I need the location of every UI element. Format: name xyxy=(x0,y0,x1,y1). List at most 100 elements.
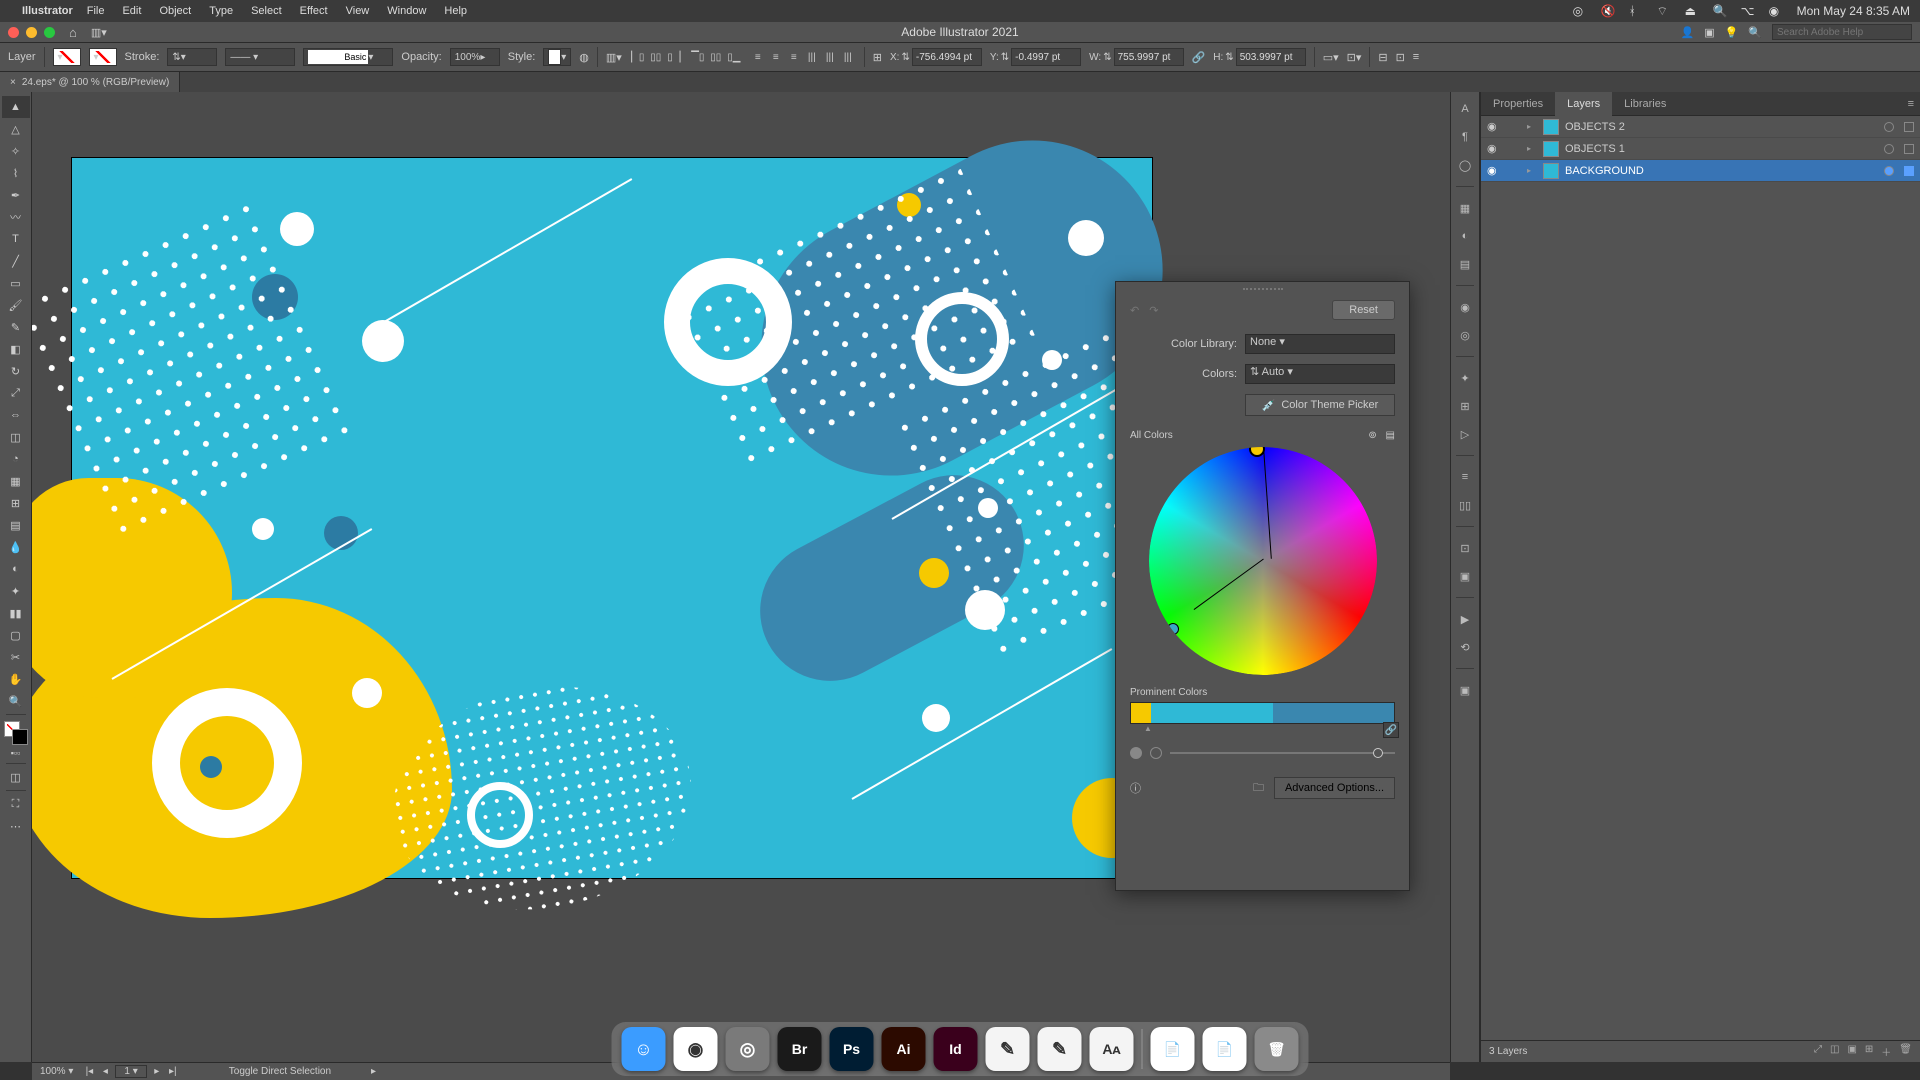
share-icon[interactable]: 👤 xyxy=(1680,26,1694,39)
layer-name[interactable]: BACKGROUND xyxy=(1565,165,1644,177)
pathfinder-panel-icon[interactable]: ▣ xyxy=(1454,565,1476,587)
lasso-tool-icon[interactable]: ⌇ xyxy=(2,162,30,184)
width-tool-icon[interactable]: ⇔ xyxy=(2,404,30,426)
dist-bottom-icon[interactable]: ≡ xyxy=(786,49,802,65)
stroke-color-icon[interactable] xyxy=(12,729,28,745)
fill-swatch[interactable]: ▾ xyxy=(53,48,81,66)
locate-object-icon[interactable]: ⤢ xyxy=(1814,1044,1822,1059)
first-artboard-icon[interactable]: |◂ xyxy=(83,1066,95,1077)
dock-app-photoshop[interactable]: Ps xyxy=(830,1027,874,1071)
color-library-select[interactable]: None ▾ xyxy=(1245,334,1395,354)
mute-icon[interactable]: 🔇 xyxy=(1601,4,1615,18)
history-panel-icon[interactable]: ⟲ xyxy=(1454,636,1476,658)
graphic-styles-panel-icon[interactable]: ◎ xyxy=(1454,324,1476,346)
dock-app-fontbook[interactable]: Aᴀ xyxy=(1090,1027,1134,1071)
symbols-panel-icon[interactable]: ⊞ xyxy=(1454,395,1476,417)
dock-app-notes[interactable]: ✎ xyxy=(1038,1027,1082,1071)
rotate-tool-icon[interactable]: ↻ xyxy=(2,360,30,382)
color-mode-icon[interactable]: ▪▫▫ xyxy=(2,745,30,761)
fill-stroke-swatch[interactable] xyxy=(4,721,28,745)
artboard[interactable] xyxy=(72,158,1152,878)
zoom-tool-icon[interactable]: 🔍 xyxy=(2,690,30,712)
stroke-swatch[interactable]: ▾ xyxy=(89,48,117,66)
character-panel-icon[interactable]: A xyxy=(1454,98,1476,120)
artboard-number[interactable]: 1 ▾ xyxy=(115,1065,146,1078)
target-icon[interactable] xyxy=(1884,122,1894,132)
learn-icon[interactable]: 💡 xyxy=(1725,26,1739,39)
x-field[interactable] xyxy=(912,48,982,66)
align-right-icon[interactable]: ▯▕ xyxy=(666,49,682,65)
pen-tool-icon[interactable]: ✒ xyxy=(2,184,30,206)
redo-icon[interactable]: ↷ xyxy=(1149,304,1158,317)
dock-app-safari[interactable]: ◎ xyxy=(726,1027,770,1071)
align-panel-icon[interactable]: ▯▯ xyxy=(1454,494,1476,516)
draw-mode-icon[interactable]: ◫ xyxy=(2,766,30,788)
mesh-tool-icon[interactable]: ⊞ xyxy=(2,492,30,514)
w-field[interactable] xyxy=(1114,48,1184,66)
tab-properties[interactable]: Properties xyxy=(1481,92,1555,116)
dist-top-icon[interactable]: ≡ xyxy=(750,49,766,65)
cc-icon[interactable]: ◎ xyxy=(1573,4,1587,18)
align-top-icon[interactable]: ▔▯ xyxy=(690,49,706,65)
dist-right-icon[interactable]: ||| xyxy=(840,49,856,65)
dock-app-chrome[interactable]: ◉ xyxy=(674,1027,718,1071)
align-to-dropdown[interactable]: ▥▾ xyxy=(606,51,622,64)
prev-artboard-icon[interactable]: ◂ xyxy=(99,1066,111,1077)
prominent-color-swatch[interactable] xyxy=(1151,703,1273,723)
layer-name[interactable]: OBJECTS 1 xyxy=(1565,143,1625,155)
shape-mode-icon[interactable]: ▭▾ xyxy=(1323,51,1339,64)
panel-grip[interactable] xyxy=(1243,288,1283,294)
prominent-color-swatch[interactable] xyxy=(1131,703,1151,723)
edit-contents-icon[interactable]: ⊡ xyxy=(1396,51,1405,64)
adjust-slider[interactable] xyxy=(1170,752,1395,754)
new-sublayer-icon[interactable]: ⊞ xyxy=(1865,1044,1873,1059)
dock-app-docb[interactable]: 📄 xyxy=(1203,1027,1247,1071)
home-icon[interactable]: ⌂ xyxy=(69,25,77,40)
new-layer-icon[interactable]: ＋ xyxy=(1881,1044,1891,1059)
appearance-panel-icon[interactable]: ◉ xyxy=(1454,296,1476,318)
menu-view[interactable]: View xyxy=(346,5,370,17)
advanced-options-button[interactable]: Advanced Options... xyxy=(1274,777,1395,799)
document-tab[interactable]: × 24.eps* @ 100 % (RGB/Preview) xyxy=(0,72,180,92)
arrange-icon[interactable]: ▣ xyxy=(1704,26,1714,39)
menu-window[interactable]: Window xyxy=(387,5,426,17)
brushes-panel-icon[interactable]: ✦ xyxy=(1454,367,1476,389)
slice-tool-icon[interactable]: ✂ xyxy=(2,646,30,668)
prominent-color-swatch[interactable] xyxy=(1273,703,1395,723)
color-theme-picker-button[interactable]: 💉 Color Theme Picker xyxy=(1245,394,1395,416)
make-clipping-mask-icon[interactable]: ◫ xyxy=(1830,1044,1839,1059)
help-search-input[interactable] xyxy=(1772,24,1912,40)
brightness-mode-icon[interactable] xyxy=(1150,747,1162,759)
recolor-art-icon[interactable]: ◍ xyxy=(579,51,589,64)
eraser-tool-icon[interactable]: ◧ xyxy=(2,338,30,360)
line-tool-icon[interactable]: ╱ xyxy=(2,250,30,272)
zoom-level[interactable]: 100% ▾ xyxy=(40,1066,73,1077)
wheel-view-icon[interactable]: ⊚ xyxy=(1368,430,1376,441)
dist-left-icon[interactable]: ||| xyxy=(804,49,820,65)
y-field[interactable] xyxy=(1011,48,1081,66)
screen-mode-icon[interactable]: ⛶ xyxy=(2,793,30,815)
align-hcenter-icon[interactable]: ▯▯ xyxy=(648,49,664,65)
collect-layer-icon[interactable]: ▣ xyxy=(1847,1044,1856,1059)
dock-app-bridge[interactable]: Br xyxy=(778,1027,822,1071)
save-group-icon[interactable]: 🗀 xyxy=(1253,779,1264,798)
perspective-grid-tool-icon[interactable]: ▦ xyxy=(2,470,30,492)
menu-file[interactable]: File xyxy=(87,5,105,17)
actions-panel-icon[interactable]: ▶ xyxy=(1454,608,1476,630)
workspace-switcher-icon[interactable]: ▥▾ xyxy=(91,26,107,39)
rectangle-tool-icon[interactable]: ▭ xyxy=(2,272,30,294)
edit-toolbar-icon[interactable]: ⋯ xyxy=(2,815,30,837)
hand-tool-icon[interactable]: ✋ xyxy=(2,668,30,690)
search-icon[interactable]: 🔍 xyxy=(1748,26,1762,39)
info-icon[interactable]: ⓘ xyxy=(1130,780,1141,796)
visibility-icon[interactable]: ◉ xyxy=(1487,164,1501,177)
menu-effect[interactable]: Effect xyxy=(300,5,328,17)
disclosure-icon[interactable]: ▸ xyxy=(1527,122,1537,131)
type-tool-icon[interactable]: T xyxy=(2,228,30,250)
prominent-colors-bar[interactable] xyxy=(1130,702,1395,724)
status-menu-icon[interactable]: ▸ xyxy=(371,1066,376,1077)
dock-app-doca[interactable]: 📄 xyxy=(1151,1027,1195,1071)
align-bottom-icon[interactable]: ▯▁ xyxy=(726,49,742,65)
menu-object[interactable]: Object xyxy=(159,5,191,17)
magic-wand-tool-icon[interactable]: ✧ xyxy=(2,140,30,162)
